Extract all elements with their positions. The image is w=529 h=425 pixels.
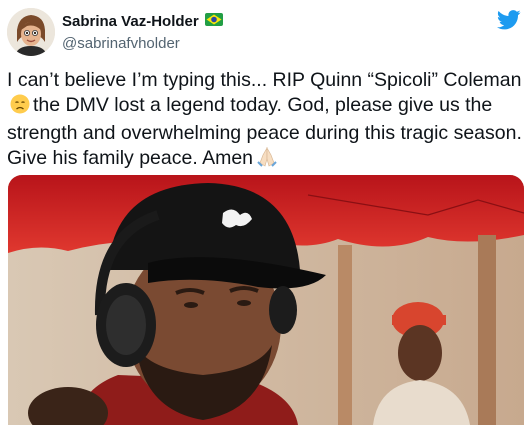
brazil-flag-icon <box>204 13 223 30</box>
author-name-row[interactable]: Sabrina Vaz-Holder <box>62 13 223 30</box>
tweet-line-4-text: Give his family peace. Amen <box>7 147 254 169</box>
tweet-card: Sabrina Vaz-Holder @sabrinafvholder I ca… <box>0 0 529 425</box>
author-name[interactable]: Sabrina Vaz-Holder <box>62 13 199 30</box>
tweet-text: I can’t believe I’m typing this... RIP Q… <box>7 68 522 174</box>
tweet-line-3: strength and overwhelming peace during t… <box>7 122 522 144</box>
tweet-line-2: the DMV lost a legend today. God, please… <box>7 93 522 121</box>
tweet-photo[interactable] <box>8 175 524 425</box>
author-handle[interactable]: @sabrinafvholder <box>62 35 180 52</box>
tweet-line-1: I can’t believe I’m typing this... RIP Q… <box>7 69 522 91</box>
photo-dj-headphones <box>8 175 524 425</box>
tweet-line-4: Give his family peace. Amen <box>7 146 522 174</box>
praying-hands-emoji-icon <box>256 146 278 174</box>
sad-face-emoji-icon <box>10 94 30 121</box>
avatar[interactable] <box>7 8 55 56</box>
twitter-bird-icon[interactable] <box>496 10 521 30</box>
tweet-line-2-text: the DMV lost a legend today. God, please… <box>33 94 493 116</box>
